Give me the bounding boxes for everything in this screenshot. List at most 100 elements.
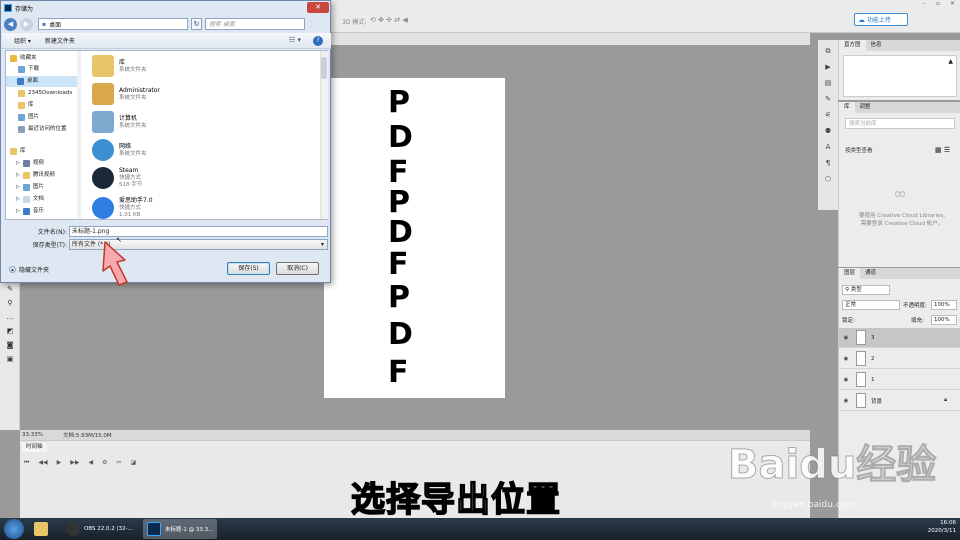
nav-pictures[interactable]: ▷ 图片 <box>16 182 44 193</box>
next-frame-icon[interactable]: ▶▶ <box>70 459 79 467</box>
tab-layers[interactable]: 图层 <box>839 268 861 279</box>
first-frame-icon[interactable]: ⏮ <box>24 459 29 467</box>
nav-videos[interactable]: ▷ 视频 <box>16 158 44 169</box>
more-tools-icon[interactable]: … <box>3 312 17 322</box>
brush-tool-icon[interactable]: ✎ <box>3 284 17 294</box>
nav-library-fav[interactable]: 库 <box>18 100 34 111</box>
close-icon[interactable]: ✕ <box>950 0 955 10</box>
nav-label: 音乐 <box>32 208 44 214</box>
3d-icon[interactable]: ⬡ <box>822 174 834 184</box>
maximize-icon[interactable]: ▫ <box>936 0 940 10</box>
search-input[interactable]: 搜索 桌面 <box>205 18 305 30</box>
prev-frame-icon[interactable]: ◀◀ <box>38 459 47 467</box>
layer-row[interactable]: ◉ 2 <box>839 349 960 369</box>
warning-icon[interactable]: ▲ <box>948 58 953 65</box>
file-item[interactable]: 网络 系统文件夹 <box>92 137 147 163</box>
nav-scrollbar[interactable] <box>77 51 81 219</box>
filename-input[interactable]: 未标题-1.png <box>69 226 328 237</box>
help-icon[interactable]: ? <box>313 36 323 46</box>
nav-pictures-fav[interactable]: 图片 <box>18 112 39 123</box>
expand-icon[interactable]: ▷ <box>16 182 20 193</box>
nav-music[interactable]: ▷ 音乐 <box>16 206 44 217</box>
tab-channels[interactable]: 通道 <box>860 268 881 279</box>
organize-button[interactable]: 组织 ▾ <box>14 36 31 45</box>
play-icon[interactable]: ▶ <box>57 459 62 467</box>
expand-icon[interactable]: ▷ <box>16 170 20 181</box>
paragraph-icon[interactable]: ¶ <box>822 158 834 168</box>
tab-library[interactable]: 库 <box>839 102 855 113</box>
start-button[interactable] <box>4 519 24 539</box>
blend-mode-select[interactable]: 正常 <box>842 300 900 310</box>
transition-icon[interactable]: ◪ <box>131 459 137 467</box>
new-folder-button[interactable]: 新建文件夹 <box>45 36 75 45</box>
layer-row[interactable]: ◉ 3 <box>839 328 960 348</box>
tab-info[interactable]: 信息 <box>866 40 887 51</box>
eye-icon[interactable]: ◉ <box>839 335 853 341</box>
timeline-tab[interactable]: 时间轴 <box>22 443 47 452</box>
screen-mode-icon[interactable]: ▣ <box>3 354 17 364</box>
save-button[interactable]: 保存(S) <box>227 262 270 275</box>
file-item[interactable]: 库系统文件夹 <box>92 53 147 79</box>
file-item[interactable]: 计算机 系统文件夹 <box>92 109 147 135</box>
nav-2345downloads[interactable]: 2345Downloads <box>18 88 72 99</box>
view-options-icon[interactable]: ☷ ▾ <box>289 36 301 44</box>
tab-adjustments[interactable]: 调整 <box>855 102 876 113</box>
taskbar-obs[interactable]: OBS 22.0.2 (32-... <box>62 519 137 539</box>
zoom-level[interactable]: 33.33% <box>22 432 43 438</box>
opacity-field[interactable]: 100% <box>931 300 957 310</box>
nav-downloads[interactable]: 下载 <box>18 64 39 75</box>
expand-icon[interactable]: ▷ <box>16 158 20 169</box>
adjust-icon[interactable]: ⚟ <box>822 110 834 120</box>
settings-icon[interactable]: ⚙ <box>102 459 107 467</box>
properties-icon[interactable]: ▤ <box>822 78 834 88</box>
eye-icon[interactable]: ◉ <box>839 356 853 362</box>
upload-button[interactable]: ☁ 功能上传 <box>854 13 908 26</box>
eye-icon[interactable]: ◉ <box>839 377 853 383</box>
address-bar[interactable]: ▪ 桌面 <box>38 18 188 30</box>
fill-field[interactable]: 100% <box>931 315 957 325</box>
expand-icon[interactable]: ▷ <box>16 194 20 205</box>
character-icon[interactable]: A <box>822 142 834 152</box>
file-item[interactable]: 爱思助手7.0 快捷方式 1.01 KB <box>92 195 153 221</box>
back-icon[interactable]: ◀ <box>4 17 17 31</box>
taskbar-photoshop[interactable]: 未标题-1 @ 33.3... <box>142 519 218 539</box>
file-item[interactable]: Administrator 系统文件夹 <box>92 81 160 107</box>
brush-icon[interactable]: ✎ <box>822 94 834 104</box>
file-list-scroll-thumb[interactable] <box>321 57 327 79</box>
file-type: 系统文件夹 <box>119 150 147 157</box>
layer-row[interactable]: ◉ 背景 🔒︎ <box>839 391 960 411</box>
refresh-icon[interactable]: ↻ <box>191 18 202 30</box>
library-filter[interactable]: 按类型查看 <box>845 146 873 154</box>
hide-folders-toggle[interactable]: ▴ 隐藏文件夹 <box>9 265 49 274</box>
scissors-icon[interactable]: ✂ <box>117 459 122 467</box>
eye-icon[interactable]: ◉ <box>839 398 853 404</box>
minimize-icon[interactable]: – <box>923 0 926 10</box>
audio-icon[interactable]: ◀ <box>89 459 94 467</box>
nav-documents[interactable]: ▷ 文档 <box>16 194 44 205</box>
cancel-button[interactable]: 取消(C) <box>276 262 319 275</box>
taskbar-explorer[interactable] <box>30 519 56 539</box>
layer-kind-filter[interactable]: ⚲ 类型 <box>842 285 890 295</box>
clone-source-icon[interactable]: ⚉ <box>822 126 834 136</box>
expand-icon[interactable]: ▷ <box>16 206 20 217</box>
quick-mask-icon[interactable]: ◙ <box>3 340 17 350</box>
nav-favorites[interactable]: 收藏夹 <box>10 53 37 64</box>
document-canvas[interactable]: P D F P D F P D F <box>324 78 505 398</box>
nav-libraries[interactable]: 库 <box>10 146 26 157</box>
actions-icon[interactable]: ▶ <box>822 62 834 72</box>
tab-histogram[interactable]: 直方图 <box>839 40 866 51</box>
nav-tencent-video[interactable]: ▷ 腾讯视频 <box>16 170 55 181</box>
file-item[interactable]: Steam 快捷方式 518 字节 <box>92 165 142 191</box>
library-search-input[interactable]: 搜索当前库 <box>845 118 955 129</box>
history-icon[interactable]: ⧉ <box>822 46 834 56</box>
color-swatch-icon[interactable]: ◩ <box>3 326 17 336</box>
layer-row[interactable]: ◉ 1 <box>839 370 960 390</box>
3d-tool-icons[interactable]: ⟲ ✥ ✣ ⇄ ◀ <box>370 16 408 24</box>
nav-recent[interactable]: 最近访问的位置 <box>18 124 67 135</box>
zoom-tool-icon[interactable]: ⚲ <box>3 298 17 308</box>
grid-view-icon[interactable]: ▦ ☰ <box>935 146 950 154</box>
forward-icon[interactable]: ▶ <box>20 17 33 31</box>
nav-desktop[interactable]: 桌面 <box>6 76 78 87</box>
nav-label: 腾讯视频 <box>32 172 55 178</box>
close-button[interactable]: ✕ <box>307 2 329 13</box>
